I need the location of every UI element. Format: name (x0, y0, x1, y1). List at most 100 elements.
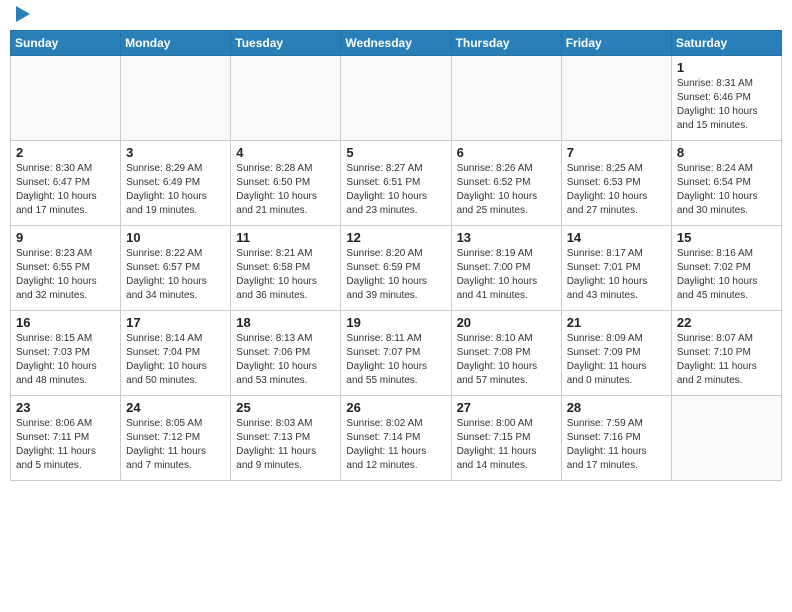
calendar-cell: 1 Sunrise: 8:31 AM Sunset: 6:46 PM Daylig… (671, 56, 781, 141)
day-number: 23 (16, 400, 115, 415)
calendar-cell (561, 56, 671, 141)
day-number: 24 (126, 400, 225, 415)
day-info: Sunrise: 8:29 AM Sunset: 6:49 PM Dayligh… (126, 162, 225, 218)
day-info: Sunrise: 7:59 AM Sunset: 7:16 PM Dayligh… (567, 417, 666, 473)
day-info: Sunrise: 8:15 AM Sunset: 7:03 PM Dayligh… (16, 332, 115, 388)
day-number: 7 (567, 145, 666, 160)
day-number: 13 (457, 230, 556, 245)
day-info: Sunrise: 8:10 AM Sunset: 7:08 PM Dayligh… (457, 332, 556, 388)
calendar-cell (451, 56, 561, 141)
calendar-cell: 22 Sunrise: 8:07 AM Sunset: 7:10 PM Dayli… (671, 311, 781, 396)
day-info: Sunrise: 8:24 AM Sunset: 6:54 PM Dayligh… (677, 162, 776, 218)
calendar-cell (121, 56, 231, 141)
calendar-cell: 2 Sunrise: 8:30 AM Sunset: 6:47 PM Daylig… (11, 141, 121, 226)
day-info: Sunrise: 8:09 AM Sunset: 7:09 PM Dayligh… (567, 332, 666, 388)
logo-arrow-icon (16, 6, 30, 22)
day-number: 26 (346, 400, 445, 415)
calendar-cell: 14Sunrise: 8:17 AM Sunset: 7:01 PM Dayli… (561, 226, 671, 311)
day-number: 18 (236, 315, 335, 330)
day-info: Sunrise: 8:05 AM Sunset: 7:12 PM Dayligh… (126, 417, 225, 473)
day-info: Sunrise: 8:00 AM Sunset: 7:15 PM Dayligh… (457, 417, 556, 473)
calendar-cell: 18 Sunrise: 8:13 AM Sunset: 7:06 PM Dayli… (231, 311, 341, 396)
calendar-cell: 23 Sunrise: 8:06 AM Sunset: 7:11 PM Dayli… (11, 396, 121, 481)
day-number: 11 (236, 230, 335, 245)
calendar-cell: 24 Sunrise: 8:05 AM Sunset: 7:12 PM Dayli… (121, 396, 231, 481)
day-number: 1 (677, 60, 776, 75)
day-number: 27 (457, 400, 556, 415)
calendar-cell: 12 Sunrise: 8:20 AM Sunset: 6:59 PM Dayli… (341, 226, 451, 311)
calendar-cell: 15Sunrise: 8:16 AM Sunset: 7:02 PM Dayli… (671, 226, 781, 311)
day-number: 10 (126, 230, 225, 245)
day-info: Sunrise: 8:23 AM Sunset: 6:55 PM Dayligh… (16, 247, 115, 303)
calendar-cell: 8 Sunrise: 8:24 AM Sunset: 6:54 PM Daylig… (671, 141, 781, 226)
calendar-cell: 26 Sunrise: 8:02 AM Sunset: 7:14 PM Dayli… (341, 396, 451, 481)
calendar-cell: 21 Sunrise: 8:09 AM Sunset: 7:09 PM Dayli… (561, 311, 671, 396)
day-number: 2 (16, 145, 115, 160)
day-number: 3 (126, 145, 225, 160)
calendar-week-4: 23 Sunrise: 8:06 AM Sunset: 7:11 PM Dayli… (11, 396, 782, 481)
calendar-cell: 5Sunrise: 8:27 AM Sunset: 6:51 PM Daylig… (341, 141, 451, 226)
calendar-week-3: 16 Sunrise: 8:15 AM Sunset: 7:03 PM Dayli… (11, 311, 782, 396)
day-number: 4 (236, 145, 335, 160)
day-number: 12 (346, 230, 445, 245)
day-info: Sunrise: 8:20 AM Sunset: 6:59 PM Dayligh… (346, 247, 445, 303)
day-number: 14 (567, 230, 666, 245)
day-info: Sunrise: 8:27 AM Sunset: 6:51 PM Dayligh… (346, 162, 445, 218)
day-info: Sunrise: 8:30 AM Sunset: 6:47 PM Dayligh… (16, 162, 115, 218)
day-number: 9 (16, 230, 115, 245)
calendar-cell (671, 396, 781, 481)
weekday-header-friday: Friday (561, 31, 671, 56)
day-number: 20 (457, 315, 556, 330)
weekday-header-sunday: Sunday (11, 31, 121, 56)
day-number: 8 (677, 145, 776, 160)
day-info: Sunrise: 8:16 AM Sunset: 7:02 PM Dayligh… (677, 247, 776, 303)
day-info: Sunrise: 8:14 AM Sunset: 7:04 PM Dayligh… (126, 332, 225, 388)
calendar-week-2: 9 Sunrise: 8:23 AM Sunset: 6:55 PM Daylig… (11, 226, 782, 311)
day-number: 16 (16, 315, 115, 330)
calendar-cell: 9 Sunrise: 8:23 AM Sunset: 6:55 PM Daylig… (11, 226, 121, 311)
calendar-cell: 27 Sunrise: 8:00 AM Sunset: 7:15 PM Dayli… (451, 396, 561, 481)
day-info: Sunrise: 8:06 AM Sunset: 7:11 PM Dayligh… (16, 417, 115, 473)
day-info: Sunrise: 8:26 AM Sunset: 6:52 PM Dayligh… (457, 162, 556, 218)
calendar-cell: 19Sunrise: 8:11 AM Sunset: 7:07 PM Dayli… (341, 311, 451, 396)
day-info: Sunrise: 8:25 AM Sunset: 6:53 PM Dayligh… (567, 162, 666, 218)
day-info: Sunrise: 8:02 AM Sunset: 7:14 PM Dayligh… (346, 417, 445, 473)
day-info: Sunrise: 8:22 AM Sunset: 6:57 PM Dayligh… (126, 247, 225, 303)
calendar-cell: 6 Sunrise: 8:26 AM Sunset: 6:52 PM Daylig… (451, 141, 561, 226)
day-info: Sunrise: 8:11 AM Sunset: 7:07 PM Dayligh… (346, 332, 445, 388)
day-number: 21 (567, 315, 666, 330)
calendar-cell: 11Sunrise: 8:21 AM Sunset: 6:58 PM Dayli… (231, 226, 341, 311)
page-header (10, 10, 782, 22)
calendar-cell: 20 Sunrise: 8:10 AM Sunset: 7:08 PM Dayli… (451, 311, 561, 396)
calendar-cell: 16 Sunrise: 8:15 AM Sunset: 7:03 PM Dayli… (11, 311, 121, 396)
day-info: Sunrise: 8:19 AM Sunset: 7:00 PM Dayligh… (457, 247, 556, 303)
weekday-header-thursday: Thursday (451, 31, 561, 56)
day-number: 17 (126, 315, 225, 330)
weekday-header-wednesday: Wednesday (341, 31, 451, 56)
logo (10, 10, 30, 22)
weekday-header-tuesday: Tuesday (231, 31, 341, 56)
day-number: 6 (457, 145, 556, 160)
calendar-cell: 4 Sunrise: 8:28 AM Sunset: 6:50 PM Daylig… (231, 141, 341, 226)
weekday-header-saturday: Saturday (671, 31, 781, 56)
calendar-cell (231, 56, 341, 141)
day-info: Sunrise: 8:13 AM Sunset: 7:06 PM Dayligh… (236, 332, 335, 388)
calendar-cell: 13 Sunrise: 8:19 AM Sunset: 7:00 PM Dayli… (451, 226, 561, 311)
calendar-week-1: 2 Sunrise: 8:30 AM Sunset: 6:47 PM Daylig… (11, 141, 782, 226)
calendar-cell: 17 Sunrise: 8:14 AM Sunset: 7:04 PM Dayli… (121, 311, 231, 396)
calendar-cell: 3 Sunrise: 8:29 AM Sunset: 6:49 PM Daylig… (121, 141, 231, 226)
day-info: Sunrise: 8:28 AM Sunset: 6:50 PM Dayligh… (236, 162, 335, 218)
calendar-table: SundayMondayTuesdayWednesdayThursdayFrid… (10, 30, 782, 481)
day-info: Sunrise: 8:31 AM Sunset: 6:46 PM Dayligh… (677, 77, 776, 133)
calendar-week-0: 1 Sunrise: 8:31 AM Sunset: 6:46 PM Daylig… (11, 56, 782, 141)
calendar-cell: 7 Sunrise: 8:25 AM Sunset: 6:53 PM Daylig… (561, 141, 671, 226)
day-number: 22 (677, 315, 776, 330)
day-number: 28 (567, 400, 666, 415)
calendar-cell: 25Sunrise: 8:03 AM Sunset: 7:13 PM Dayli… (231, 396, 341, 481)
calendar-cell (11, 56, 121, 141)
calendar-body: 1 Sunrise: 8:31 AM Sunset: 6:46 PM Daylig… (11, 56, 782, 481)
calendar-cell: 28 Sunrise: 7:59 AM Sunset: 7:16 PM Dayli… (561, 396, 671, 481)
weekday-header-row: SundayMondayTuesdayWednesdayThursdayFrid… (11, 31, 782, 56)
calendar-header: SundayMondayTuesdayWednesdayThursdayFrid… (11, 31, 782, 56)
day-info: Sunrise: 8:07 AM Sunset: 7:10 PM Dayligh… (677, 332, 776, 388)
